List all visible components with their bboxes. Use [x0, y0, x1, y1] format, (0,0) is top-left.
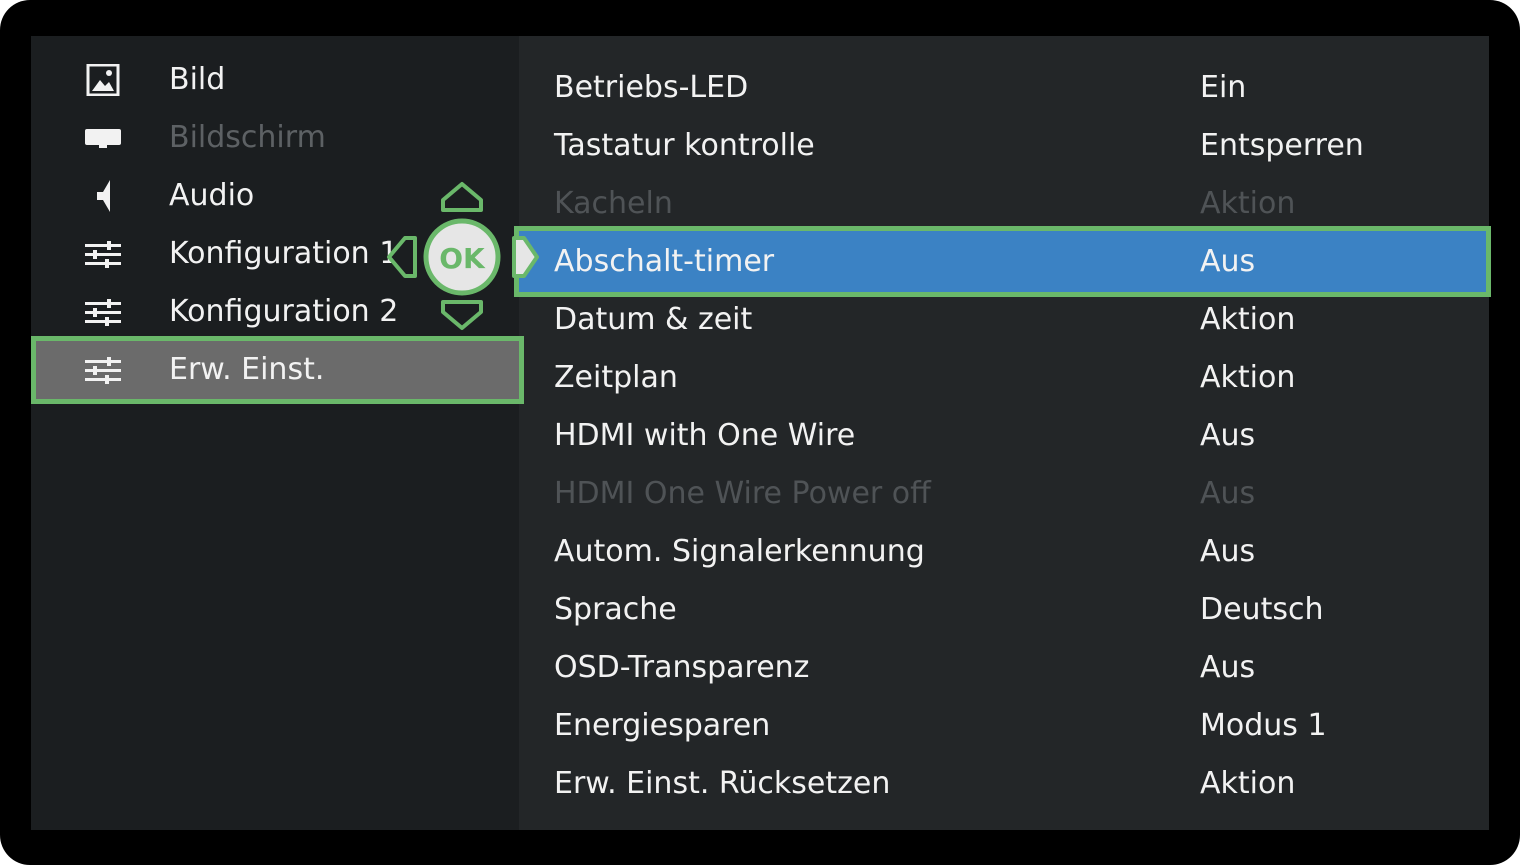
category-label: Bild [169, 62, 226, 97]
setting-name: Tastatur kontrolle [554, 128, 815, 163]
setting-name: Energiesparen [554, 708, 771, 743]
setting-row-abschalt-timer[interactable]: Abschalt-timer Aus [514, 226, 1491, 297]
setting-value: Ein [1200, 70, 1247, 105]
setting-value: Modus 1 [1200, 708, 1327, 743]
down-arrow-icon [441, 300, 483, 330]
category-label: Erw. Einst. [169, 352, 325, 387]
up-arrow-icon [441, 182, 483, 212]
remote-nav-hint: OK [387, 182, 539, 330]
setting-name: HDMI with One Wire [554, 418, 856, 453]
setting-value: Entsperren [1200, 128, 1364, 163]
setting-row-autom-signalerkennung[interactable]: Autom. Signalerkennung Aus [519, 523, 1489, 581]
ok-button-icon: OK [423, 218, 501, 296]
setting-name: Abschalt-timer [554, 244, 775, 279]
category-label: Konfiguration 2 [169, 294, 399, 329]
setting-value: Aus [1200, 244, 1256, 279]
setting-value: Aus [1200, 418, 1256, 453]
sliders-icon [85, 241, 121, 268]
category-bildschirm[interactable]: Bildschirm [31, 109, 519, 167]
setting-row-energiesparen[interactable]: Energiesparen Modus 1 [519, 697, 1489, 755]
right-arrow-icon [512, 236, 539, 278]
setting-value: Aus [1200, 650, 1256, 685]
setting-value: Aktion [1200, 302, 1296, 337]
setting-value: Deutsch [1200, 592, 1324, 627]
setting-row-osd-transparenz[interactable]: OSD-Transparenz Aus [519, 639, 1489, 697]
setting-name: OSD-Transparenz [554, 650, 810, 685]
category-label: Konfiguration 1 [169, 236, 399, 271]
setting-value: Aus [1200, 476, 1256, 511]
sliders-icon [85, 299, 121, 326]
setting-row-hdmi-one-wire[interactable]: HDMI with One Wire Aus [519, 407, 1489, 465]
setting-value: Aktion [1200, 186, 1296, 221]
category-label: Bildschirm [169, 120, 326, 155]
sliders-icon [85, 357, 121, 384]
setting-row-tastatur-kontrolle[interactable]: Tastatur kontrolle Entsperren [519, 117, 1489, 175]
category-erw-einst[interactable]: Erw. Einst. [31, 336, 524, 404]
setting-name: Betriebs-LED [554, 70, 749, 105]
setting-row-hdmi-one-wire-power-off[interactable]: HDMI One Wire Power off Aus [519, 465, 1489, 523]
picture-icon [86, 64, 120, 96]
setting-name: Erw. Einst. Rücksetzen [554, 766, 891, 801]
ok-label: OK [439, 242, 486, 275]
screen-icon [85, 129, 121, 148]
category-label: Audio [169, 178, 255, 213]
setting-row-datum-zeit[interactable]: Datum & zeit Aktion [519, 291, 1489, 349]
setting-name: Kacheln [554, 186, 673, 221]
setting-value: Aktion [1200, 360, 1296, 395]
setting-name: Datum & zeit [554, 302, 753, 337]
category-bild[interactable]: Bild [31, 51, 519, 109]
setting-name: HDMI One Wire Power off [554, 476, 931, 511]
setting-row-sprache[interactable]: Sprache Deutsch [519, 581, 1489, 639]
setting-value: Aus [1200, 534, 1256, 569]
speaker-icon [97, 180, 110, 212]
setting-row-erw-einst-ruecksetzen[interactable]: Erw. Einst. Rücksetzen Aktion [519, 755, 1489, 813]
left-arrow-icon [387, 236, 417, 278]
setting-row-zeitplan[interactable]: Zeitplan Aktion [519, 349, 1489, 407]
setting-name: Zeitplan [554, 360, 678, 395]
setting-value: Aktion [1200, 766, 1296, 801]
setting-name: Sprache [554, 592, 677, 627]
setting-name: Autom. Signalerkennung [554, 534, 925, 569]
setting-row-betriebs-led[interactable]: Betriebs-LED Ein [519, 59, 1489, 117]
setting-row-kacheln[interactable]: Kacheln Aktion [519, 175, 1489, 233]
